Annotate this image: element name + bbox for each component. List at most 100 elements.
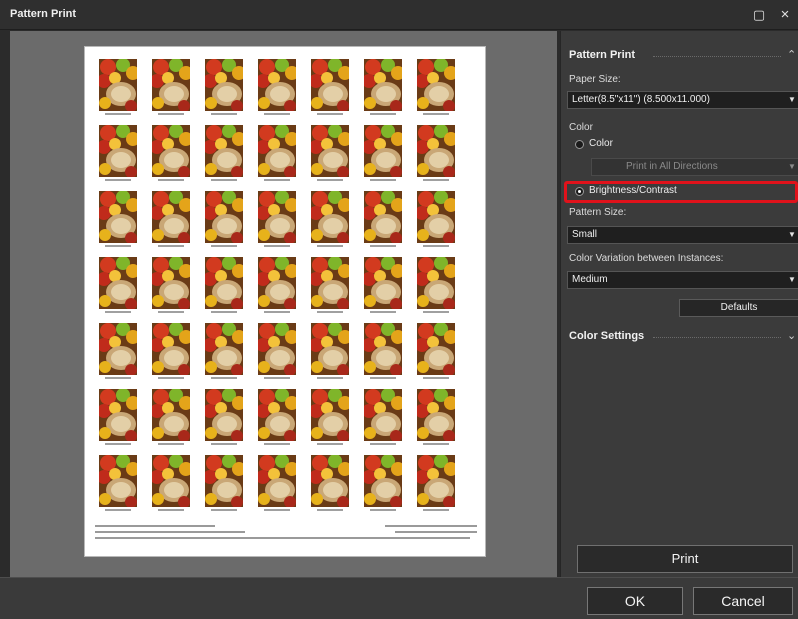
pattern-thumbnail (205, 455, 243, 513)
dropdown-arrow-icon: ▼ (788, 275, 796, 284)
pattern-thumbnail (99, 59, 137, 117)
fruit-basket-image (364, 257, 402, 309)
fruit-basket-image (205, 125, 243, 177)
pattern-thumbnail (311, 59, 349, 117)
pattern-size-value: Small (572, 229, 598, 240)
color-variation-value: Medium (572, 274, 608, 285)
pattern-thumbnail (205, 257, 243, 315)
color-radio[interactable]: Color (575, 137, 675, 153)
fruit-basket-image (205, 389, 243, 441)
pattern-thumbnail (258, 59, 296, 117)
pattern-thumbnail (364, 257, 402, 315)
pattern-print-header-label: Pattern Print (569, 49, 636, 61)
fruit-basket-image (311, 257, 349, 309)
pattern-thumbnail (364, 455, 402, 513)
fruit-basket-image (152, 323, 190, 375)
fruit-basket-image (311, 59, 349, 111)
pattern-thumbnail (417, 389, 455, 447)
pattern-thumbnail (152, 323, 190, 381)
color-settings-section-header[interactable]: Color Settings ⌄ (561, 326, 798, 348)
fruit-basket-image (99, 59, 137, 111)
pattern-thumbnail (205, 323, 243, 381)
close-icon[interactable]: × (776, 6, 794, 24)
fruit-basket-image (99, 191, 137, 243)
collapse-icon[interactable]: ⌃ (787, 48, 796, 61)
pattern-thumbnail (311, 257, 349, 315)
fruit-basket-image (99, 323, 137, 375)
pattern-thumbnail (417, 455, 455, 513)
fruit-basket-image (311, 125, 349, 177)
fruit-basket-image (152, 389, 190, 441)
pattern-thumbnail (417, 257, 455, 315)
pattern-thumbnail (417, 323, 455, 381)
pattern-thumbnail (99, 257, 137, 315)
fruit-basket-image (258, 257, 296, 309)
paper-preview (84, 46, 486, 557)
pattern-thumbnail (364, 191, 402, 249)
print-info-footer (95, 523, 477, 547)
pattern-thumbnail (364, 323, 402, 381)
fruit-basket-image (99, 389, 137, 441)
fruit-basket-image (152, 125, 190, 177)
fruit-basket-image (364, 455, 402, 507)
maximize-icon[interactable]: ▢ (750, 6, 768, 24)
ok-button[interactable]: OK (587, 587, 683, 615)
cancel-button[interactable]: Cancel (693, 587, 793, 615)
fruit-basket-image (152, 455, 190, 507)
fruit-basket-image (258, 191, 296, 243)
pattern-thumbnail (152, 389, 190, 447)
pattern-thumbnail (417, 125, 455, 183)
fruit-basket-image (311, 455, 349, 507)
pattern-thumbnail (364, 389, 402, 447)
fruit-basket-image (205, 323, 243, 375)
dialog-button-bar: OK Cancel (0, 577, 798, 619)
pattern-thumbnail (364, 125, 402, 183)
pattern-thumbnail (99, 191, 137, 249)
color-variation-label: Color Variation between Instances: (569, 253, 724, 264)
paper-size-label: Paper Size: (569, 74, 621, 85)
fruit-basket-image (311, 323, 349, 375)
pattern-thumbnail (258, 389, 296, 447)
fruit-basket-image (152, 257, 190, 309)
pattern-thumbnail (417, 191, 455, 249)
pattern-thumbnail (417, 59, 455, 117)
fruit-basket-image (205, 257, 243, 309)
fruit-basket-image (417, 323, 455, 375)
title-bar: Pattern Print ▢ × (0, 0, 798, 30)
color-radio-label: Color (589, 138, 613, 149)
pattern-thumbnail (205, 389, 243, 447)
fruit-basket-image (311, 191, 349, 243)
fruit-basket-image (205, 455, 243, 507)
pattern-thumbnail (99, 323, 137, 381)
fruit-basket-image (99, 125, 137, 177)
pattern-size-select[interactable]: Small ▼ (567, 226, 798, 244)
fruit-basket-image (258, 125, 296, 177)
fruit-basket-image (417, 125, 455, 177)
paper-size-select[interactable]: Letter(8.5"x11") (8.500x11.000) ▼ (567, 91, 798, 109)
pattern-thumbnail (152, 455, 190, 513)
fruit-basket-image (152, 59, 190, 111)
fruit-basket-image (417, 59, 455, 111)
print-button[interactable]: Print (577, 545, 793, 573)
pattern-thumbnail (152, 125, 190, 183)
pattern-thumbnail (99, 125, 137, 183)
pattern-thumbnail (364, 59, 402, 117)
expand-icon[interactable]: ⌄ (787, 329, 796, 342)
direction-select: Print in All Directions ▼ (591, 158, 798, 176)
fruit-basket-image (364, 323, 402, 375)
fruit-basket-image (417, 455, 455, 507)
fruit-basket-image (311, 389, 349, 441)
pattern-thumbnail (99, 389, 137, 447)
direction-value: Print in All Directions (626, 161, 718, 172)
color-settings-header-label: Color Settings (569, 330, 645, 342)
window-title: Pattern Print (10, 8, 77, 20)
fruit-basket-image (364, 59, 402, 111)
defaults-button[interactable]: Defaults (679, 299, 798, 317)
dropdown-arrow-icon: ▼ (788, 95, 796, 104)
fruit-basket-image (364, 125, 402, 177)
color-variation-select[interactable]: Medium ▼ (567, 271, 798, 289)
pattern-print-section-header[interactable]: Pattern Print ⌃ (561, 45, 798, 67)
fruit-basket-image (364, 389, 402, 441)
pattern-thumbnail (205, 59, 243, 117)
pattern-thumbnail (311, 191, 349, 249)
